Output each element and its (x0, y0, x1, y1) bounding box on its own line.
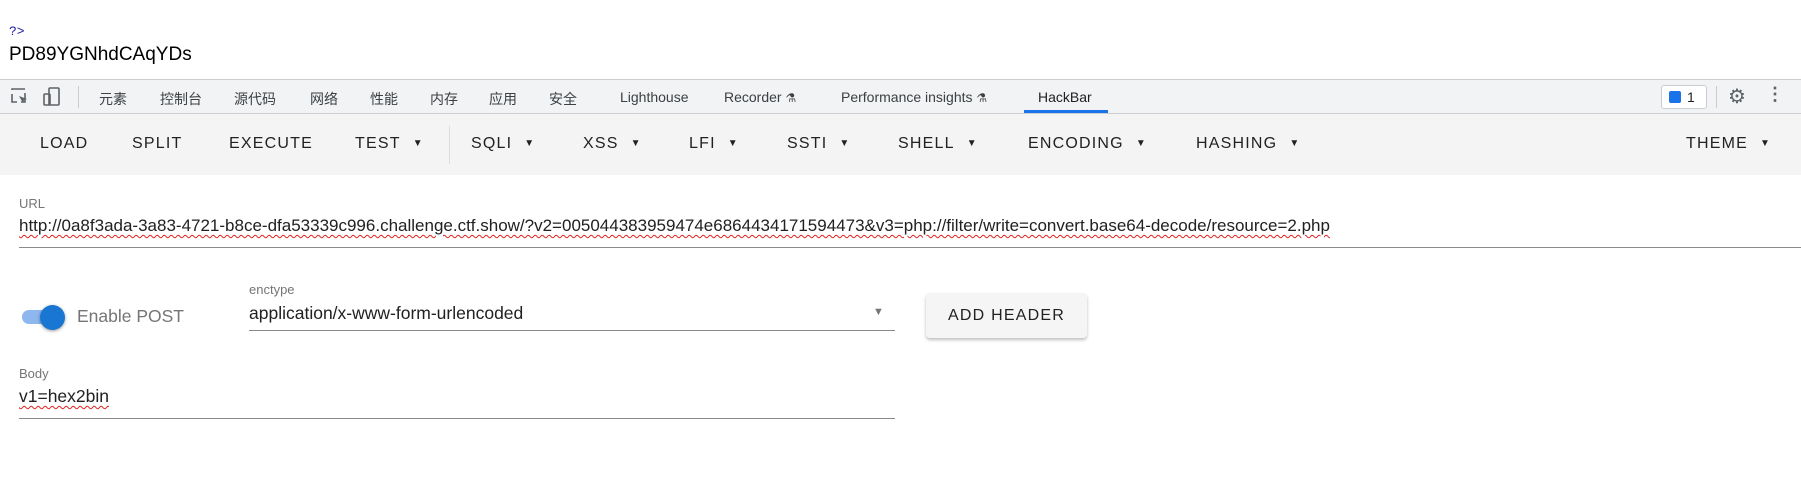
tab-performance[interactable]: 性能 (370, 89, 398, 109)
divider (78, 86, 79, 108)
url-underline (19, 247, 1801, 248)
test-menu[interactable]: TEST ▼ (355, 135, 424, 153)
tab-performance-insights[interactable]: Performance insights ⚗ (841, 89, 987, 105)
caret-down-icon: ▼ (839, 138, 851, 149)
flask-icon: ⚗ (785, 91, 797, 105)
sqli-menu[interactable]: SQLI ▼ (471, 135, 535, 153)
xss-label: XSS (583, 135, 619, 152)
devtools-tab-bar: 元素 控制台 源代码 网络 性能 内存 应用 安全 Lighthouse Rec… (0, 79, 1801, 114)
php-close-tag-text: ?> (9, 24, 25, 39)
tab-hackbar[interactable]: HackBar (1038, 89, 1092, 105)
hackbar-toolbar: LOAD SPLIT EXECUTE TEST ▼ SQLI ▼ XSS ▼ LFI ▼… (0, 114, 1801, 175)
lfi-menu[interactable]: LFI ▼ (689, 135, 739, 153)
enctype-select[interactable]: application/x-www-form-urlencoded (249, 303, 523, 324)
body-input[interactable]: v1=hex2bin (19, 386, 109, 407)
load-button[interactable]: LOAD (40, 135, 88, 153)
tab-elements[interactable]: 元素 (99, 89, 127, 109)
issues-icon (1669, 91, 1681, 103)
divider (449, 126, 450, 164)
body-label: Body (19, 366, 49, 381)
test-label: TEST (355, 135, 401, 152)
issues-count: 1 (1687, 89, 1695, 105)
caret-down-icon: ▼ (727, 138, 739, 149)
caret-down-icon: ▼ (1289, 138, 1301, 149)
tab-network[interactable]: 网络 (310, 89, 338, 109)
encoding-label: ENCODING (1028, 135, 1124, 152)
tab-performance-insights-label: Performance insights (841, 89, 973, 105)
hashing-menu[interactable]: HASHING ▼ (1196, 135, 1300, 153)
ssti-menu[interactable]: SSTI ▼ (787, 135, 850, 153)
add-header-button[interactable]: ADD HEADER (926, 293, 1087, 338)
tab-lighthouse[interactable]: Lighthouse (620, 89, 689, 105)
tab-security[interactable]: 安全 (549, 89, 577, 109)
inspect-element-icon[interactable] (11, 88, 29, 106)
enctype-label: enctype (249, 282, 295, 297)
device-toolbar-icon[interactable] (43, 87, 61, 107)
caret-down-icon: ▼ (966, 138, 978, 149)
theme-menu[interactable]: THEME ▼ (1686, 135, 1771, 153)
issues-badge[interactable]: 1 (1661, 85, 1707, 109)
tab-application[interactable]: 应用 (489, 89, 517, 109)
encoding-menu[interactable]: ENCODING ▼ (1028, 135, 1147, 153)
toggle-knob[interactable] (40, 305, 65, 330)
hashing-label: HASHING (1196, 135, 1278, 152)
shell-label: SHELL (898, 135, 955, 152)
tab-recorder[interactable]: Recorder ⚗ (724, 89, 796, 105)
tab-memory[interactable]: 内存 (430, 89, 458, 109)
caret-down-icon: ▼ (1135, 138, 1147, 149)
caret-down-icon: ▼ (412, 138, 424, 149)
tab-sources[interactable]: 源代码 (234, 89, 276, 109)
caret-down-icon: ▼ (630, 138, 642, 149)
page-output-text: PD89YGNhdCAqYDs (9, 44, 192, 65)
enable-post-label: Enable POST (77, 306, 184, 326)
caret-down-icon: ▼ (524, 138, 536, 149)
ssti-label: SSTI (787, 135, 828, 152)
url-label: URL (19, 196, 46, 211)
flask-icon: ⚗ (976, 91, 988, 105)
settings-gear-icon[interactable]: ⚙ (1728, 84, 1746, 109)
shell-menu[interactable]: SHELL ▼ (898, 135, 978, 153)
lfi-label: LFI (689, 135, 716, 152)
url-input[interactable]: http://0a8f3ada-3a83-4721-b8ce-dfa53339c… (19, 216, 1330, 236)
body-underline (19, 418, 895, 419)
more-options-icon[interactable]: ⋮ (1766, 84, 1784, 105)
divider (1716, 86, 1717, 108)
xss-menu[interactable]: XSS ▼ (583, 135, 642, 153)
theme-label: THEME (1686, 135, 1748, 152)
active-tab-indicator (1024, 110, 1108, 113)
tab-console[interactable]: 控制台 (160, 89, 202, 109)
enctype-underline (249, 330, 895, 331)
dropdown-arrow-icon[interactable]: ▼ (873, 306, 884, 318)
caret-down-icon: ▼ (1760, 138, 1772, 149)
tab-recorder-label: Recorder (724, 89, 782, 105)
execute-button[interactable]: EXECUTE (229, 135, 313, 153)
sqli-label: SQLI (471, 135, 513, 152)
split-button[interactable]: SPLIT (132, 135, 182, 153)
